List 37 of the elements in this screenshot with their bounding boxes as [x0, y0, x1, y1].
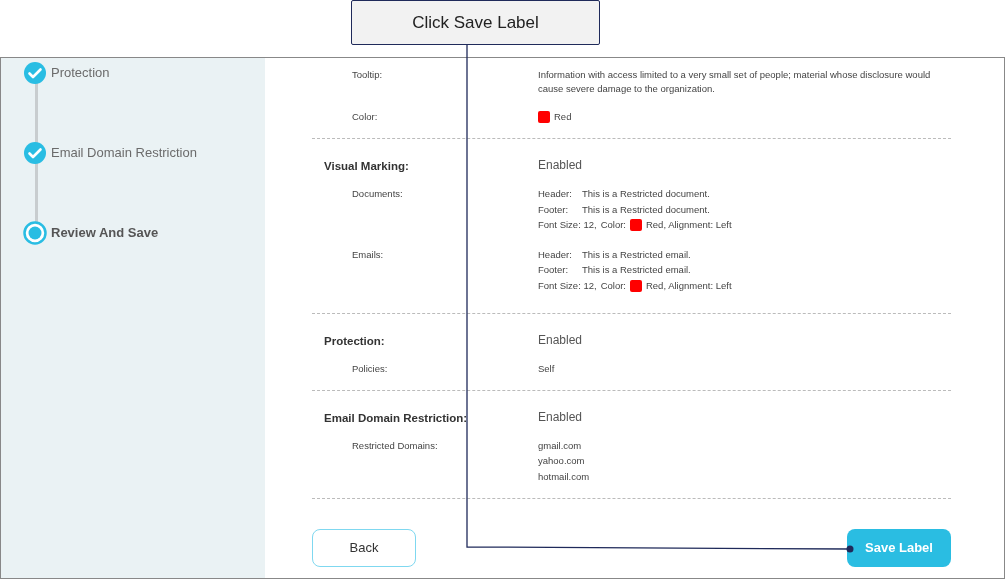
field-label: Header:	[538, 187, 573, 202]
step-label[interactable]: Review And Save	[51, 223, 159, 243]
field-label: Restricted Domains:	[352, 440, 438, 451]
field-label: Header:	[538, 248, 573, 262]
field-label: Emails:	[352, 249, 384, 260]
field-value: Font Size: 12,	[538, 217, 597, 232]
field-label: Policies:	[352, 362, 388, 374]
field-value: Font Size: 12,	[538, 278, 597, 293]
section-heading: Email Domain Restriction:	[324, 412, 468, 424]
section-heading: Protection:	[324, 334, 385, 347]
back-button[interactable]: Back	[312, 529, 416, 567]
field-value: This is a Restricted email.	[582, 248, 691, 262]
field-value: Information with access limited to a very small set of people; material whose disclosure would cause severe damage to the organization.	[538, 68, 932, 96]
section-heading: Visual Marking:	[324, 160, 409, 173]
field-label: Footer:	[538, 202, 570, 217]
field-value: Red	[554, 110, 572, 124]
field-label: Documents:	[352, 188, 403, 200]
domain-item: hotmail.com	[538, 469, 591, 484]
field-value: This is a Restricted document.	[582, 187, 710, 202]
field-label: Footer:	[538, 263, 570, 278]
domain-item: yahoo.com	[538, 454, 586, 469]
section-status: Enabled	[538, 331, 583, 349]
field-label: Color:	[600, 278, 626, 293]
field-value: This is a Restricted document.	[582, 202, 710, 217]
field-label: Color:	[600, 217, 626, 232]
section-status: Enabled	[538, 157, 583, 175]
field-value: Red, Alignment: Left	[645, 217, 732, 232]
field-value: This is a Restricted email.	[582, 263, 691, 278]
field-value: Self	[538, 361, 556, 376]
step-label[interactable]: Email Domain Restriction	[51, 143, 197, 163]
callout-box: Click Save Label	[351, 0, 600, 45]
field-label: Color:	[352, 111, 378, 122]
step-label[interactable]: Protection	[51, 63, 110, 83]
field-value: Red, Alignment: Left	[645, 278, 732, 293]
field-label: Tooltip:	[352, 69, 383, 80]
section-status: Enabled	[538, 409, 583, 426]
domain-item: gmail.com	[538, 439, 583, 453]
